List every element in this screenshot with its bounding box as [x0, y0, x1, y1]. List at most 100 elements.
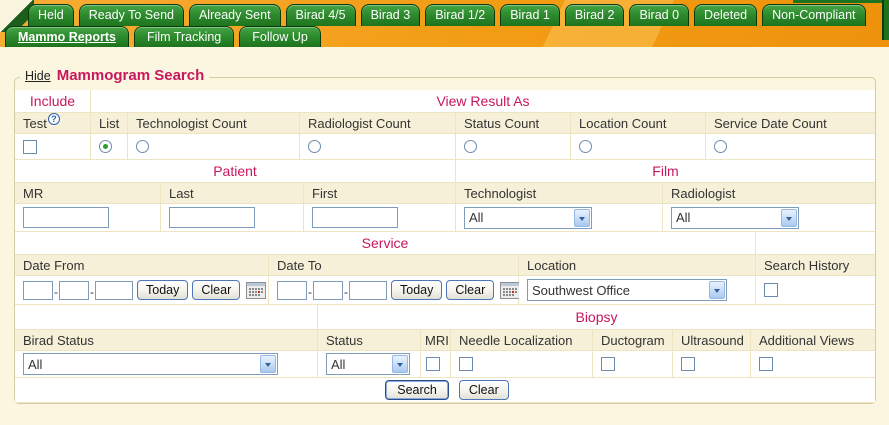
ductogram-label: Ductogram: [593, 330, 673, 351]
tab-deleted[interactable]: Deleted: [694, 4, 757, 26]
birad-status-label: Birad Status: [15, 330, 318, 351]
needle-localization-cell: [451, 351, 593, 378]
tab-birad-0[interactable]: Birad 0: [629, 4, 689, 26]
search-button[interactable]: Search: [385, 380, 449, 400]
hide-link[interactable]: Hide: [25, 69, 51, 83]
tab-film-tracking[interactable]: Film Tracking: [134, 26, 234, 47]
search-history-label: Search History: [756, 255, 875, 276]
test-label-cell: Test ?: [15, 113, 91, 134]
footer-button-bar: Search Clear: [15, 378, 875, 403]
tab-ready-to-send[interactable]: Ready To Send: [79, 4, 184, 26]
birad-status-cell: All: [15, 351, 318, 378]
technologist-select-value: All: [469, 210, 483, 225]
panel-title: Mammogram Search: [57, 67, 205, 84]
mammogram-search-panel: Hide Mammogram Search Include View Resul…: [14, 77, 876, 404]
date-to-month-input[interactable]: [277, 281, 307, 300]
tab-mammo-reports[interactable]: Mammo Reports: [5, 26, 129, 47]
radiologist-cell: All: [663, 204, 875, 232]
right-edge-decoration-top: [793, 0, 889, 3]
location-select[interactable]: Southwest Office: [527, 279, 727, 301]
first-name-input[interactable]: [312, 207, 398, 228]
chevron-down-icon: [260, 355, 276, 373]
tab-birad-4-5[interactable]: Birad 4/5: [286, 4, 356, 26]
tab-birad-2[interactable]: Birad 2: [565, 4, 625, 26]
biopsy-section-header: Biopsy: [318, 305, 875, 330]
status-select[interactable]: All: [326, 353, 410, 375]
row-view-result-labels: Test ? List Technologist Count Radiologi…: [15, 113, 875, 134]
view-as-location-count-radio[interactable]: [579, 140, 592, 153]
needle-localization-checkbox[interactable]: [459, 357, 473, 371]
mri-checkbox[interactable]: [426, 357, 440, 371]
tab-birad-3[interactable]: Birad 3: [361, 4, 421, 26]
date-to-today-button[interactable]: Today: [391, 280, 442, 300]
date-from-day-input[interactable]: [59, 281, 89, 300]
row-view-result-controls: [15, 134, 875, 160]
row-biopsy-labels: Birad Status Status MRI Needle Localizat…: [15, 330, 875, 351]
row-footer-buttons: Search Clear: [15, 378, 875, 403]
calendar-icon[interactable]: [246, 282, 266, 299]
mri-label: MRI: [421, 330, 451, 351]
date-separator: -: [344, 280, 348, 304]
tab-held[interactable]: Held: [28, 4, 74, 26]
last-name-input[interactable]: [169, 207, 255, 228]
row-patient-film-labels: MR Last First Technologist Radiologist: [15, 183, 875, 204]
birad-status-select-value: All: [28, 357, 42, 372]
date-from-clear-button[interactable]: Clear: [192, 280, 240, 300]
row-view-result-header: Include View Result As: [15, 90, 875, 113]
view-as-technologist-count-radio[interactable]: [136, 140, 149, 153]
date-separator: -: [308, 280, 312, 304]
row-patient-film-controls: All All: [15, 204, 875, 232]
right-edge-decoration: [882, 0, 889, 40]
view-as-service-date-count-radio[interactable]: [714, 140, 727, 153]
tab-birad-1[interactable]: Birad 1: [500, 4, 560, 26]
tab-already-sent[interactable]: Already Sent: [189, 4, 281, 26]
status-select-value: All: [331, 357, 345, 372]
row-biopsy-controls: All All: [15, 351, 875, 378]
technologist-select[interactable]: All: [464, 207, 592, 229]
additional-views-cell: [751, 351, 875, 378]
additional-views-label: Additional Views: [751, 330, 875, 351]
service-header-spacer: [756, 232, 875, 255]
mr-input[interactable]: [23, 207, 109, 228]
view-as-service-date-count-label: Service Date Count: [706, 113, 875, 134]
date-to-year-input[interactable]: [349, 281, 387, 300]
search-history-checkbox[interactable]: [764, 283, 778, 297]
tab-follow-up[interactable]: Follow Up: [239, 26, 321, 47]
tab-birad-1-2[interactable]: Birad 1/2: [425, 4, 495, 26]
location-select-value: Southwest Office: [532, 283, 630, 298]
date-separator: -: [90, 280, 94, 304]
needle-localization-label: Needle Localization: [451, 330, 593, 351]
clear-button[interactable]: Clear: [459, 380, 509, 400]
ultrasound-checkbox[interactable]: [681, 357, 695, 371]
first-label: First: [304, 183, 456, 204]
view-as-service-date-count-cell: [706, 134, 875, 160]
row-service-labels: Date From Date To Location Search Histor…: [15, 255, 875, 276]
date-to-cell: - - Today Clear: [269, 276, 519, 305]
birad-status-select[interactable]: All: [23, 353, 278, 375]
date-from-today-button[interactable]: Today: [137, 280, 188, 300]
help-icon[interactable]: ?: [48, 113, 60, 125]
date-from-year-input[interactable]: [95, 281, 133, 300]
ductogram-cell: [593, 351, 673, 378]
test-checkbox-cell: [15, 134, 91, 160]
additional-views-checkbox[interactable]: [759, 357, 773, 371]
view-as-location-count-label: Location Count: [571, 113, 706, 134]
date-to-clear-button[interactable]: Clear: [446, 280, 494, 300]
radiologist-select[interactable]: All: [671, 207, 799, 229]
ultrasound-label: Ultrasound: [673, 330, 751, 351]
calendar-icon[interactable]: [500, 282, 520, 299]
view-as-technologist-count-label: Technologist Count: [128, 113, 300, 134]
date-to-day-input[interactable]: [313, 281, 343, 300]
view-as-status-count-radio[interactable]: [464, 140, 477, 153]
radiologist-select-value: All: [676, 210, 690, 225]
view-as-list-cell: [91, 134, 128, 160]
ductogram-checkbox[interactable]: [601, 357, 615, 371]
mr-cell: [15, 204, 161, 232]
tab-non-compliant[interactable]: Non-Compliant: [762, 4, 865, 26]
view-as-list-radio[interactable]: [99, 140, 112, 153]
date-from-month-input[interactable]: [23, 281, 53, 300]
film-section-header: Film: [456, 160, 875, 183]
view-as-radiologist-count-radio[interactable]: [308, 140, 321, 153]
technologist-label: Technologist: [456, 183, 663, 204]
test-checkbox[interactable]: [23, 140, 37, 154]
